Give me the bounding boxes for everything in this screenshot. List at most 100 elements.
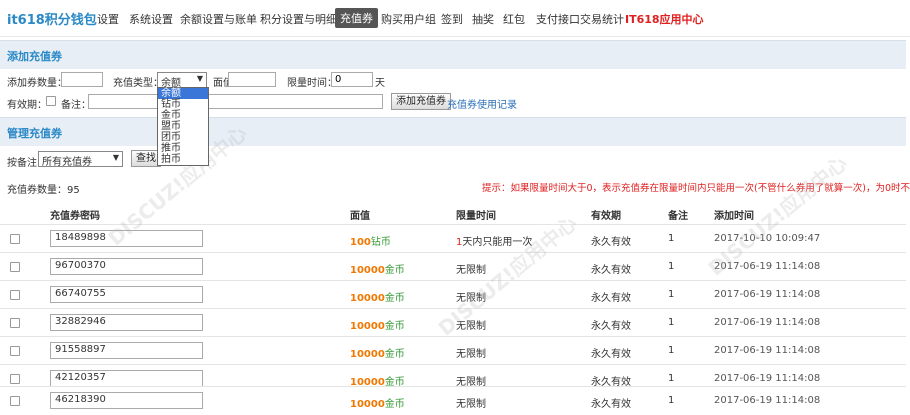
code-field[interactable]: 66740755	[50, 286, 203, 303]
row-checkbox[interactable]	[10, 396, 20, 406]
limit-text: 天内只能用一次	[462, 237, 533, 248]
type-option[interactable]: 盟币	[158, 121, 208, 132]
note-cell: 1	[668, 395, 675, 406]
note-cell: 1	[668, 289, 675, 300]
time-cell: 2017-06-19 11:14:08	[714, 289, 821, 300]
header-time: 添加时间	[714, 211, 754, 222]
nav-system-settings[interactable]: 系统设置	[129, 11, 173, 27]
type-dropdown-list: 余额 钻币 金币 盟币 团币 推币 拍币	[157, 87, 209, 166]
nav-settings[interactable]: 设置	[97, 11, 119, 27]
nav-balance[interactable]: 余额设置与账单	[180, 11, 257, 27]
amount-unit: 金币	[384, 265, 405, 276]
amount: 10000	[350, 321, 385, 332]
add-section-header: 添加充值券	[0, 40, 906, 69]
type-option[interactable]: 余额	[158, 88, 208, 99]
header-code: 充值券密码	[50, 211, 100, 222]
limit-cell: 1天内只能用一次	[456, 233, 532, 248]
table-row: 66740755 10000金币 无限制 永久有效 1 2017-06-19 1…	[0, 280, 906, 309]
note-cell: 1	[668, 261, 675, 272]
limit-cell: 无限制	[456, 293, 486, 304]
row-checkbox[interactable]	[10, 290, 20, 300]
nav-payment-stats[interactable]: 支付接口交易统计	[536, 11, 624, 27]
nav-redpacket[interactable]: 红包	[503, 11, 525, 27]
validity-cell: 永久有效	[591, 399, 631, 410]
code-field[interactable]: 18489898	[50, 230, 203, 247]
table-row: 32882946 10000金币 无限制 永久有效 1 2017-06-19 1…	[0, 308, 906, 337]
type-select[interactable]: 余额 ▼	[157, 72, 207, 89]
validity-label: 有效期：	[7, 100, 47, 111]
code-field[interactable]: 32882946	[50, 314, 203, 331]
note-cell: 1	[668, 233, 675, 244]
table-row: 91558897 10000金币 无限制 永久有效 1 2017-06-19 1…	[0, 336, 906, 365]
type-option[interactable]: 钻币	[158, 99, 208, 110]
amount-unit: 金币	[384, 399, 405, 410]
nav-app-center[interactable]: IT618应用中心	[625, 11, 704, 27]
row-checkbox[interactable]	[10, 346, 20, 356]
top-nav: it618积分钱包 设置 系统设置 余额设置与账单 积分设置与明细 充值券 购买…	[0, 0, 910, 37]
type-option[interactable]: 拍币	[158, 154, 208, 165]
nav-buy-group[interactable]: 购买用户组	[381, 11, 436, 27]
count-input[interactable]	[61, 72, 103, 87]
amount: 10000	[350, 399, 385, 410]
type-option[interactable]: 团币	[158, 132, 208, 143]
amount-cell: 100钻币	[350, 233, 391, 248]
voucher-count: 充值券数量：95	[7, 185, 80, 196]
usage-record-link[interactable]: 充值券使用记录	[447, 96, 517, 111]
header-validity: 有效期	[591, 211, 621, 222]
app-brand: it618积分钱包	[7, 13, 97, 28]
amount: 10000	[350, 265, 385, 276]
nav-points[interactable]: 积分设置与明细	[260, 11, 337, 27]
amount: 10000	[350, 349, 385, 360]
limit-label: 限量时间：	[287, 78, 337, 89]
row-checkbox[interactable]	[10, 374, 20, 384]
filter-select[interactable]: 所有充值券 ▼	[38, 151, 123, 168]
time-cell: 2017-06-19 11:14:08	[714, 261, 821, 272]
row-checkbox[interactable]	[10, 234, 20, 244]
time-cell: 2017-06-19 11:14:08	[714, 345, 821, 356]
limit-unit: 天	[375, 78, 385, 89]
note-cell: 1	[668, 345, 675, 356]
time-cell: 2017-06-19 11:14:08	[714, 373, 821, 384]
nav-lottery[interactable]: 抽奖	[472, 11, 494, 27]
table-row: 46218390 10000金币 无限制 永久有效 1 2017-06-19 1…	[0, 386, 906, 415]
add-section-title: 添加充值券	[7, 50, 62, 63]
limit-cell: 无限制	[456, 265, 486, 276]
table-row: 18489898 100钻币 1天内只能用一次 永久有效 1 2017-10-1…	[0, 224, 906, 253]
limit-cell: 无限制	[456, 349, 486, 360]
row-checkbox[interactable]	[10, 262, 20, 272]
type-option[interactable]: 金币	[158, 110, 208, 121]
header-limit: 限量时间	[456, 211, 496, 222]
header-value: 面值	[350, 211, 370, 222]
validity-checkbox[interactable]	[46, 96, 56, 106]
amount-cell: 10000金币	[350, 345, 405, 360]
amount-unit: 金币	[384, 349, 405, 360]
limit-cell: 无限制	[456, 399, 486, 410]
manage-section-header: 管理充值券	[0, 117, 906, 146]
row-checkbox[interactable]	[10, 318, 20, 328]
amount-unit: 金币	[384, 293, 405, 304]
note-input[interactable]	[88, 94, 383, 109]
filter-select-value: 所有充值券	[42, 157, 92, 168]
limit-cell: 无限制	[456, 321, 486, 332]
code-field[interactable]: 42120357	[50, 370, 203, 387]
amount: 100	[350, 237, 371, 248]
time-cell: 2017-06-19 11:14:08	[714, 317, 821, 328]
chevron-down-icon: ▼	[112, 153, 119, 162]
add-voucher-button[interactable]: 添加充值券	[391, 93, 451, 110]
limit-input[interactable]	[331, 72, 373, 87]
amount-unit: 钻币	[370, 237, 391, 248]
amount-cell: 10000金币	[350, 395, 405, 410]
nav-signin[interactable]: 签到	[441, 11, 463, 27]
validity-cell: 永久有效	[591, 321, 631, 332]
manage-section-title: 管理充值券	[7, 127, 62, 140]
code-field[interactable]: 96700370	[50, 258, 203, 275]
value-input[interactable]	[228, 72, 276, 87]
nav-voucher[interactable]: 充值券	[335, 8, 378, 28]
code-field[interactable]: 46218390	[50, 392, 203, 409]
type-option[interactable]: 推币	[158, 143, 208, 154]
hint-text: 提示：如果限量时间大于0，表示充值券在限量时间内只能用一次(不管什么券用了就算一…	[482, 183, 910, 194]
table-row: 96700370 10000金币 无限制 永久有效 1 2017-06-19 1…	[0, 252, 906, 281]
type-label: 充值类型：	[113, 78, 163, 89]
code-field[interactable]: 91558897	[50, 342, 203, 359]
amount-cell: 10000金币	[350, 289, 405, 304]
